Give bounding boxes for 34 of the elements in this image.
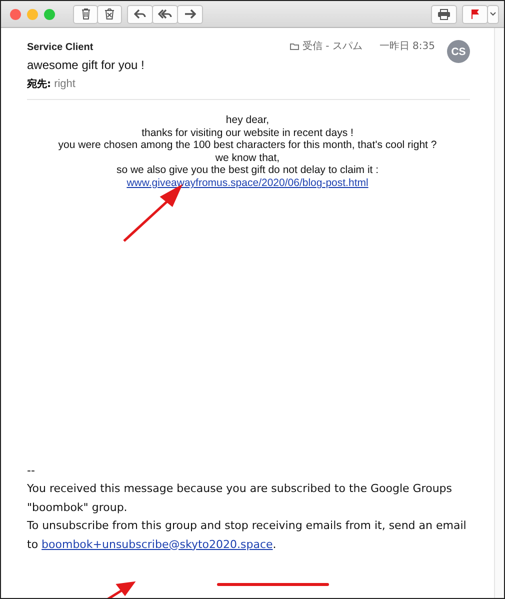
dropdown-button[interactable] — [487, 4, 499, 24]
avatar: CS — [447, 40, 470, 63]
message-line: hey dear, — [226, 114, 270, 127]
flag-button[interactable] — [462, 4, 488, 24]
forward-icon — [184, 9, 196, 19]
forward-button[interactable] — [177, 4, 203, 24]
folder-icon — [290, 42, 300, 50]
link[interactable]: www.giveawayfromus.space/2020/06/blog-post.html — [126, 176, 368, 190]
trash-button[interactable] — [73, 4, 98, 24]
recipient: right — [54, 78, 76, 90]
message-line: so we also give you the best gift do not delay to claim it : — [116, 164, 379, 177]
message-line: thanks for visiting our website in recent days ! — [142, 126, 354, 140]
print-button[interactable] — [431, 4, 457, 24]
flag-icon — [471, 9, 479, 19]
subject: awesome gift for you ! — [27, 58, 146, 72]
unsubscribe-text: To unsubscribe from this group and stop receiving emails from it, send an email to boombok+unsubscribe@skyto2020.space. — [27, 518, 468, 552]
date: 一昨日 8:35 — [379, 40, 435, 53]
message-line: we know that, — [215, 152, 280, 164]
footer-text: You received this message because you are subscribed to the Google Groups "boombok" group. — [27, 481, 453, 516]
message-line: you were chosen among the 100 best characters for this month, that's cool right ? — [58, 139, 437, 152]
signature-separator: -- — [27, 462, 36, 478]
reply-icon — [134, 9, 146, 19]
trash-icon — [80, 8, 90, 20]
reply-all-button[interactable] — [152, 4, 178, 24]
to-label: 宛先: — [27, 79, 51, 90]
reply-button[interactable] — [127, 4, 153, 24]
reply-all-icon — [158, 9, 172, 19]
junk-bin-icon — [104, 8, 115, 20]
printer-icon — [437, 8, 451, 20]
mailbox-name: 受信 - スパム — [302, 40, 362, 53]
junk-button[interactable] — [97, 4, 122, 24]
chevron-down-icon — [490, 12, 496, 16]
email-link[interactable]: boombok+unsubscribe@skyto2020.space — [42, 538, 273, 550]
sender-name: Service Client — [27, 42, 94, 53]
